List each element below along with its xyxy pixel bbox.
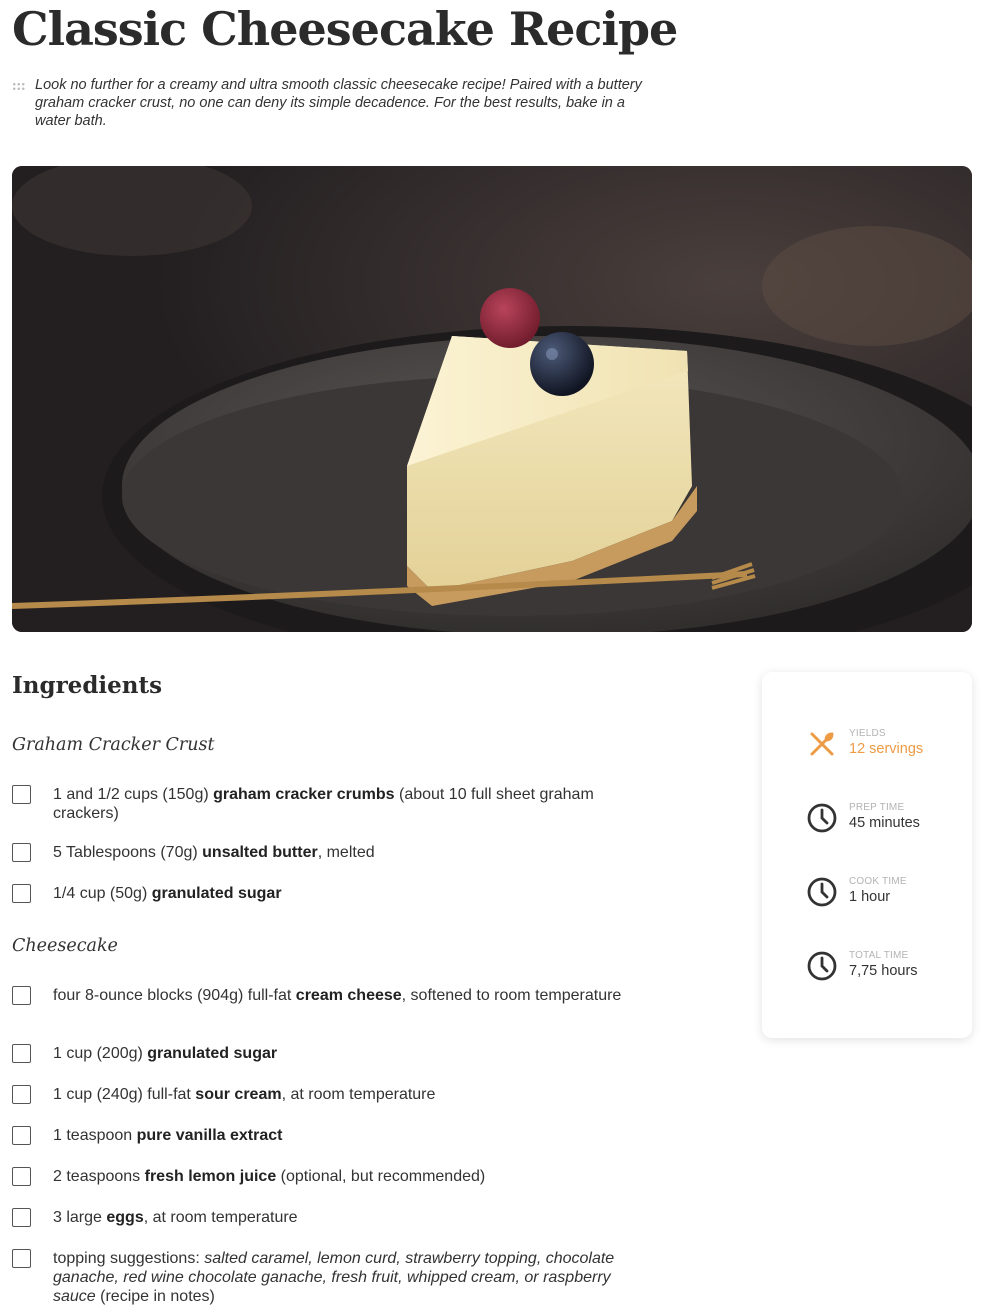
ingredient-checkbox[interactable] (12, 1126, 31, 1145)
ingredient-checkbox[interactable] (12, 1085, 31, 1104)
recipe-meta-card: YIELDS 12 servings PREP TIME 45 minutes … (762, 672, 972, 1038)
ingredient-checkbox[interactable] (12, 785, 31, 804)
ingredient-checkbox[interactable] (12, 1044, 31, 1063)
ingredient-checkbox[interactable] (12, 1208, 31, 1227)
meta-value: 12 servings (849, 741, 924, 757)
ingredient-group-title: Graham Cracker Crust (12, 735, 215, 755)
meta-label: YIELDS (849, 728, 886, 739)
drag-handle-icon[interactable] (12, 82, 26, 92)
meta-label: COOK TIME (849, 876, 907, 887)
meta-value: 7,75 hours (849, 963, 918, 979)
clock-icon (807, 803, 837, 833)
ingredients-heading: Ingredients (12, 672, 163, 699)
recipe-hero-image (12, 166, 972, 632)
ingredient-checkbox[interactable] (12, 986, 31, 1005)
ingredient-checkbox[interactable] (12, 843, 31, 862)
clock-icon (807, 951, 837, 981)
ingredient-checkbox[interactable] (12, 1249, 31, 1268)
ingredient-group-title: Cheesecake (12, 936, 118, 956)
meta-label: TOTAL TIME (849, 950, 909, 961)
recipe-description: Look no further for a creamy and ultra s… (35, 77, 642, 129)
ingredient-checkbox[interactable] (12, 884, 31, 903)
recipe-title: Classic Cheesecake Recipe (12, 2, 678, 56)
meta-value: 45 minutes (849, 815, 920, 831)
ingredient-checkbox[interactable] (12, 1167, 31, 1186)
meta-value: 1 hour (849, 889, 891, 905)
meta-label: PREP TIME (849, 802, 905, 813)
utensils-icon (810, 732, 834, 756)
clock-icon (807, 877, 837, 907)
